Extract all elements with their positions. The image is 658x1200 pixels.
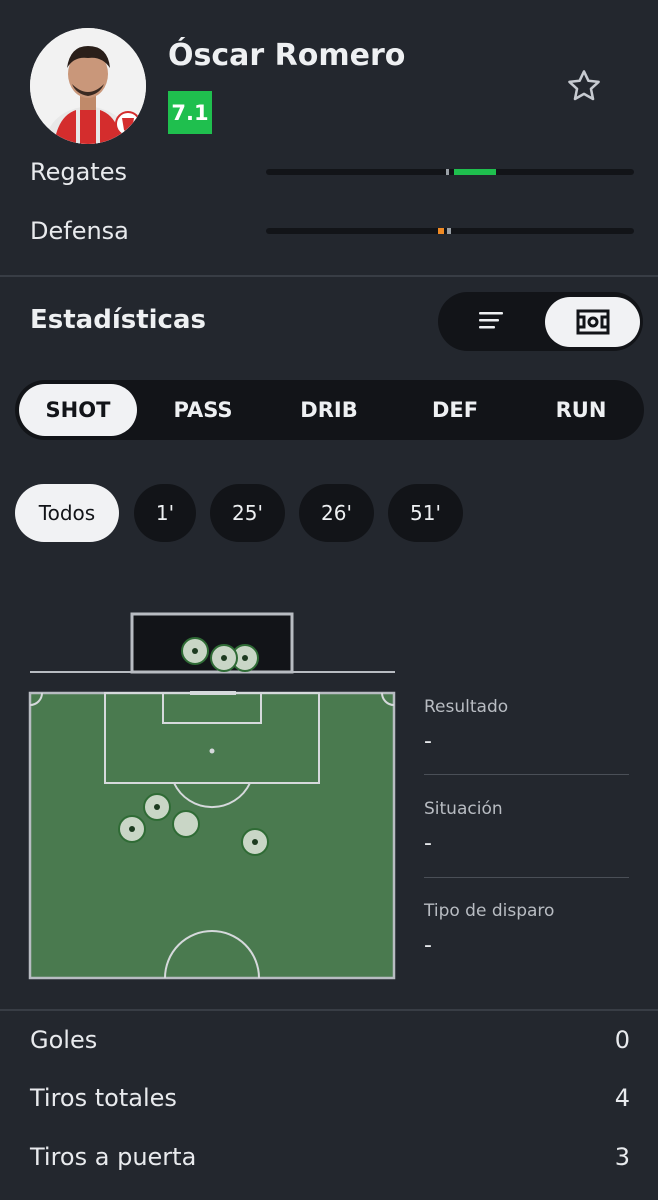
shot-map bbox=[28, 610, 398, 982]
player-name: Óscar Romero bbox=[168, 38, 406, 73]
attribute-marker bbox=[446, 169, 449, 175]
shot-result: Resultado - bbox=[424, 697, 629, 754]
time-chip-1[interactable]: 1' bbox=[134, 484, 196, 542]
time-chip-51[interactable]: 51' bbox=[388, 484, 463, 542]
stat-label: Tiros totales bbox=[30, 1084, 177, 1112]
favorite-button[interactable] bbox=[562, 64, 606, 108]
stat-value: 3 bbox=[614, 1143, 630, 1171]
list-view-button[interactable] bbox=[458, 298, 524, 344]
rating-badge: 7.1 bbox=[168, 91, 212, 134]
time-chip-25[interactable]: 25' bbox=[210, 484, 285, 542]
shot-type-label: Tipo de disparo bbox=[424, 901, 555, 921]
stat-value: 0 bbox=[614, 1026, 630, 1054]
shot-result-value: - bbox=[424, 729, 432, 754]
shot-origin-marker[interactable] bbox=[241, 828, 269, 856]
time-chip-todos[interactable]: Todos bbox=[15, 484, 119, 542]
tab-pass[interactable]: PASS bbox=[144, 384, 262, 436]
attribute-bar bbox=[266, 169, 634, 175]
goal-mouth bbox=[190, 691, 236, 695]
attribute-marker bbox=[438, 228, 444, 234]
player-header: Óscar Romero 7.1 bbox=[0, 0, 658, 160]
list-icon bbox=[479, 312, 503, 329]
attribute-label: Regates bbox=[30, 158, 127, 186]
attribute-marker bbox=[454, 169, 496, 175]
detail-divider bbox=[424, 877, 629, 878]
stat-label: Tiros a puerta bbox=[30, 1143, 197, 1171]
shot-end-marker[interactable] bbox=[210, 644, 238, 672]
tab-run[interactable]: RUN bbox=[522, 384, 640, 436]
section-divider bbox=[0, 1009, 658, 1011]
section-divider bbox=[0, 275, 658, 277]
attribute-marker bbox=[447, 228, 451, 234]
tab-def[interactable]: DEF bbox=[396, 384, 514, 436]
tab-shot[interactable]: SHOT bbox=[19, 384, 137, 436]
view-toggle bbox=[438, 292, 643, 351]
shot-situation: Situación - bbox=[424, 799, 629, 856]
tab-drib[interactable]: DRIB bbox=[270, 384, 388, 436]
shot-type-value: - bbox=[424, 933, 432, 958]
penalty-spot bbox=[209, 748, 215, 754]
shot-situation-value: - bbox=[424, 831, 432, 856]
stat-type-tabs: SHOT PASS DRIB DEF RUN bbox=[15, 380, 644, 440]
star-outline-icon bbox=[568, 70, 600, 101]
player-avatar bbox=[30, 28, 146, 144]
detail-divider bbox=[424, 774, 629, 775]
shot-type: Tipo de disparo - bbox=[424, 901, 629, 958]
shot-end-marker[interactable] bbox=[181, 637, 209, 665]
pitch-view-button[interactable] bbox=[545, 297, 640, 347]
shot-origin-marker[interactable] bbox=[118, 815, 146, 843]
shot-origin-marker[interactable] bbox=[172, 810, 200, 838]
stat-row-tiros-totales: Tiros totales 4 bbox=[30, 1080, 630, 1120]
stat-row-tiros-a-puerta: Tiros a puerta 3 bbox=[30, 1139, 630, 1179]
attribute-label: Defensa bbox=[30, 217, 129, 245]
stat-row-goles: Goles 0 bbox=[30, 1022, 630, 1062]
pitch-area bbox=[28, 691, 396, 980]
shot-origin-marker[interactable] bbox=[143, 793, 171, 821]
shot-situation-label: Situación bbox=[424, 799, 503, 819]
attribute-bar bbox=[266, 228, 634, 234]
time-chip-26[interactable]: 26' bbox=[299, 484, 374, 542]
statistics-title: Estadísticas bbox=[30, 305, 206, 335]
attribute-row-defensa: Defensa bbox=[30, 211, 634, 251]
stat-value: 4 bbox=[614, 1084, 630, 1112]
stat-label: Goles bbox=[30, 1026, 98, 1054]
shot-result-label: Resultado bbox=[424, 697, 509, 717]
pitch-icon bbox=[576, 309, 609, 335]
